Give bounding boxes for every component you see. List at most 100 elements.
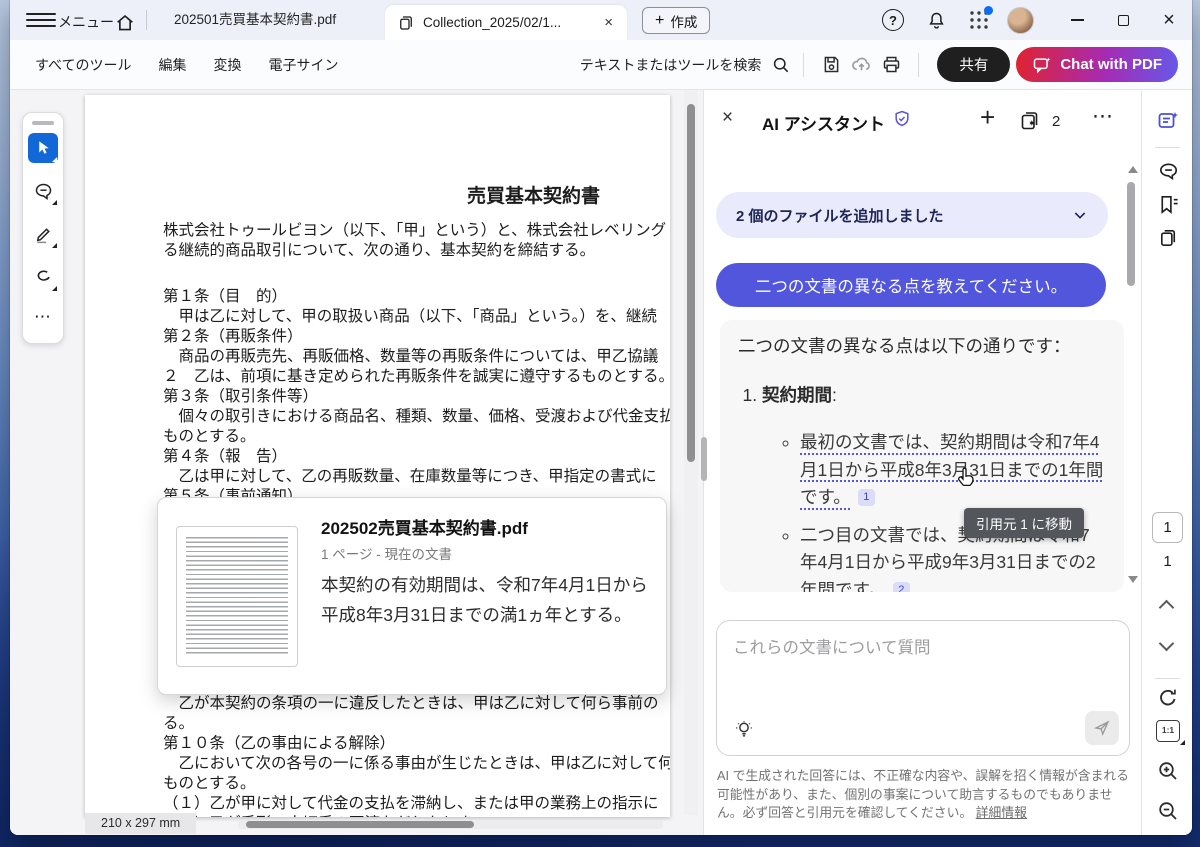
doc-line: 乙は甲に対して、乙の再販数量、在庫数量等につき、甲指定の書式に <box>163 467 670 487</box>
zoom-out-icon[interactable] <box>1155 798 1181 824</box>
user-message-bubble: 二つの文書の異なる点を教えてください。 <box>716 263 1106 307</box>
chat-with-pdf-label: Chat with PDF <box>1060 56 1162 73</box>
all-tools-button[interactable]: すべてのツール <box>35 55 131 75</box>
actual-size-icon[interactable]: 1:1 <box>1156 720 1180 742</box>
highlight-pen-tool[interactable] <box>28 219 58 249</box>
panel-scrollbar[interactable] <box>1127 182 1135 286</box>
tab-collection-active[interactable]: Collection_2025/02/1... × <box>385 5 627 40</box>
close-panel-icon[interactable]: × <box>722 107 733 129</box>
help-icon[interactable]: ? <box>882 9 904 31</box>
pages-copy-icon[interactable] <box>1155 224 1181 250</box>
select-tool[interactable] <box>28 133 58 163</box>
notifications-bell-icon[interactable] <box>921 5 951 35</box>
tabbar-divider <box>146 10 147 30</box>
avatar[interactable] <box>1007 7 1034 34</box>
previous-page-chevron-icon[interactable] <box>1159 600 1175 616</box>
ai-assistant-panel: × AI アシスタント + 2 ⋯ 2 個のファイルを追加しました 二つの文書の… <box>703 90 1141 835</box>
search-icon[interactable] <box>771 55 791 75</box>
minimize-button[interactable] <box>1054 0 1100 40</box>
menu-hamburger-icon[interactable] <box>26 9 56 31</box>
doc-line: （２）乙が手形、小切手の不渡をだしたとき <box>163 814 670 817</box>
close-window-button[interactable]: × <box>1146 0 1192 40</box>
learn-more-link[interactable]: 詳細情報 <box>976 805 1027 820</box>
panel-scroll-down-arrow[interactable] <box>1128 576 1138 583</box>
chat-with-pdf-button[interactable]: Chat with PDF <box>1016 47 1178 82</box>
tab-collection-label: Collection_2025/02/1... <box>423 15 600 30</box>
doc-line: 第１条（目 的） <box>163 287 670 307</box>
home-icon[interactable] <box>110 8 140 38</box>
panel-scroll-up-arrow[interactable] <box>1128 166 1138 173</box>
notification-dot <box>984 6 993 15</box>
palette-drag-handle[interactable] <box>32 121 54 125</box>
response-intro: 二つの文書の異なる点は以下の通りです： <box>738 333 1106 358</box>
v-scroll-thumb[interactable] <box>687 104 695 462</box>
contract-title: 売買基本契約書 <box>467 181 600 208</box>
save-icon[interactable] <box>816 50 846 80</box>
popup-file-meta: 1 ページ - 現在の文書 <box>321 543 452 563</box>
create-label: 作成 <box>670 11 697 31</box>
acrobat-window: メニュー 202501売買基本契約書.pdf Collection_2025/0… <box>10 0 1192 835</box>
tab-close-icon[interactable]: × <box>600 14 617 31</box>
doc-gap <box>163 261 670 287</box>
citation-badge-2[interactable]: 2 <box>893 582 910 593</box>
create-button[interactable]: + 作成 <box>642 7 710 34</box>
contract-body-bottom: 乙が本契約の条項の一に違反したときは、甲は乙に対して何ら事前の る。 第１０条（… <box>163 694 670 817</box>
pdf-page: 売買基本契約書 株式会社トゥールビヨン（以下、「甲」という）と、株式会社レベリン… <box>85 95 670 817</box>
question-input-box <box>716 620 1130 756</box>
doc-line: 第２条（再販条件） <box>163 327 670 347</box>
doc-line: 第１０条（乙の事由による解除） <box>163 734 670 754</box>
search-bar[interactable]: テキストまたはツールを検索 <box>580 55 792 75</box>
attached-documents-icon[interactable] <box>1018 108 1042 132</box>
bullet-doc1: 最初の文書では、契約期間は令和7年4月1日から平成8年3月31日までの1年間です… <box>800 429 1106 512</box>
citation-badge-1[interactable]: 1 <box>858 489 875 506</box>
comments-icon[interactable] <box>1155 158 1181 184</box>
chat-bubble-icon <box>1032 55 1052 75</box>
doc-line: ２ 乙は、前項に基き定められた再販条件を誠実に遵守するものとする。 <box>163 367 670 387</box>
apps-grid-icon[interactable] <box>968 9 990 31</box>
plus-icon: + <box>655 12 664 30</box>
panel-splitter-handle[interactable] <box>701 437 707 481</box>
edit-button[interactable]: 編集 <box>158 55 186 75</box>
document-vertical-scrollbar[interactable] <box>684 90 698 815</box>
question-input[interactable] <box>717 621 1129 695</box>
doc-line: 株式会社トゥールビヨン（以下、「甲」という）と、株式会社レベリング <box>163 221 670 241</box>
tab-document-1[interactable]: 202501売買基本契約書.pdf <box>160 0 378 40</box>
files-added-label: 2 個のファイルを追加しました <box>736 205 1072 226</box>
panel-options-ellipsis-icon[interactable]: ⋯ <box>1092 104 1114 129</box>
suggestions-bulb-icon[interactable] <box>731 717 757 743</box>
page-total-label: 1 <box>1142 553 1192 570</box>
maximize-button[interactable] <box>1100 0 1146 40</box>
search-placeholder: テキストまたはツールを検索 <box>580 55 762 75</box>
next-page-chevron-icon[interactable] <box>1159 636 1175 652</box>
lasso-tool[interactable] <box>28 262 58 292</box>
more-tools-ellipsis-icon[interactable]: ⋯ <box>34 307 52 327</box>
doc-line: る。 <box>163 714 670 734</box>
citation-link-1[interactable]: 最初の文書では、契約期間は令和7年4月1日から平成8年3月31日までの1年間です… <box>800 432 1103 507</box>
menu-button[interactable]: メニュー <box>58 12 114 32</box>
zoom-in-icon[interactable] <box>1155 758 1181 784</box>
page-number-input[interactable]: 1 <box>1152 512 1183 543</box>
doc-line: 乙が本契約の条項の一に違反したときは、甲は乙に対して何ら事前の <box>163 694 670 714</box>
citation-source-popup[interactable]: 202502売買基本契約書.pdf 1 ページ - 現在の文書 本契約の有効期間… <box>157 497 667 695</box>
right-tool-rail: 1 1 1:1 <box>1141 90 1192 835</box>
convert-button[interactable]: 変換 <box>213 55 241 75</box>
h-scroll-thumb[interactable] <box>246 821 474 828</box>
cloud-upload-icon[interactable] <box>846 50 876 80</box>
page-dimensions-label: 210 x 297 mm <box>85 813 196 834</box>
send-button[interactable] <box>1085 711 1119 745</box>
popup-file-title: 202502売買基本契約書.pdf <box>321 514 528 539</box>
doc-line: 第４条（報 告） <box>163 447 670 467</box>
comment-tool[interactable] <box>28 176 58 206</box>
files-added-notice[interactable]: 2 個のファイルを追加しました <box>716 192 1108 238</box>
esign-button[interactable]: 電子サイン <box>268 55 338 75</box>
new-chat-plus-icon[interactable]: + <box>980 102 995 133</box>
share-button[interactable]: 共有 <box>937 47 1010 82</box>
print-icon[interactable] <box>876 50 906 80</box>
ai-response-card: 二つの文書の異なる点は以下の通りです： 契約期間: 最初の文書では、契約期間は令… <box>720 320 1124 592</box>
pdf-thumbnail[interactable] <box>176 526 298 667</box>
bookmarks-icon[interactable] <box>1155 191 1181 217</box>
ai-assistant-icon[interactable] <box>1155 108 1181 134</box>
response-item-label: 契約期間 <box>762 385 832 405</box>
document-horizontal-scrollbar[interactable] <box>238 820 663 829</box>
rotate-page-icon[interactable] <box>1155 685 1181 711</box>
